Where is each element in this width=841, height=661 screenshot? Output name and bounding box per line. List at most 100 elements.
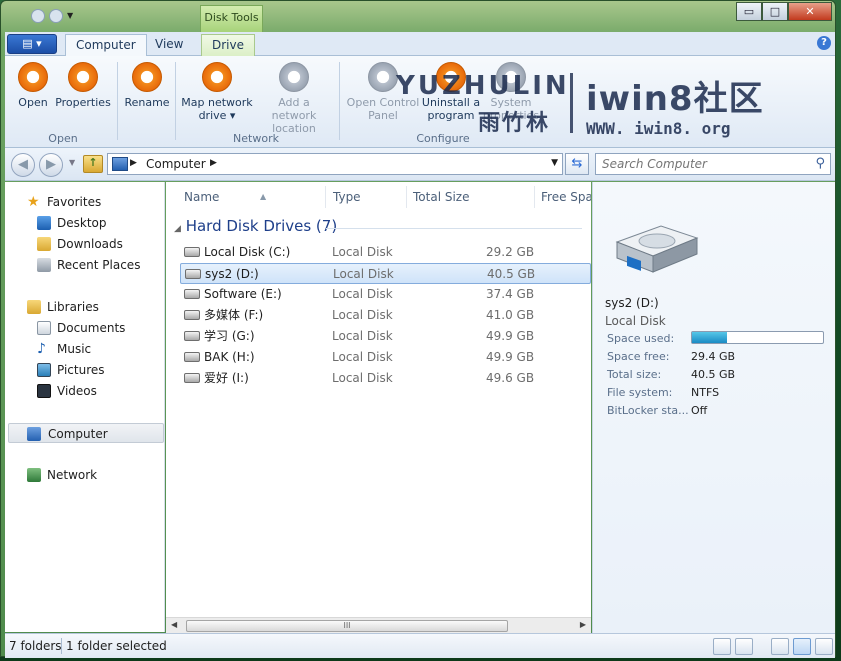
- rename-button[interactable]: Rename: [123, 60, 171, 109]
- details-view-icon[interactable]: [713, 638, 731, 655]
- search-icon[interactable]: ⚲: [815, 156, 825, 171]
- title-bar: ▼ Disk Tools ▭ □ ✕: [1, 1, 835, 32]
- drive-name: 多媒体 (F:): [204, 308, 264, 322]
- nav-downloads[interactable]: Downloads: [5, 234, 165, 254]
- breadcrumb-chevron-icon[interactable]: ▶: [210, 158, 217, 168]
- navigation-pane-toggle-icon[interactable]: [771, 638, 789, 655]
- large-icons-view-icon[interactable]: [735, 638, 753, 655]
- search-input[interactable]: [596, 154, 796, 174]
- scrollbar-thumb[interactable]: III: [186, 620, 508, 632]
- drive-type: Local Disk: [333, 267, 394, 281]
- column-header-total-size[interactable]: Total Size: [407, 186, 535, 208]
- desktop-icon: [37, 216, 51, 230]
- breadcrumb-chevron-icon[interactable]: ▶: [130, 158, 137, 168]
- drive-type: Local Disk: [332, 329, 393, 343]
- nav-documents[interactable]: Documents: [5, 318, 165, 338]
- nav-recent-places[interactable]: Recent Places: [5, 255, 165, 275]
- minimize-button[interactable]: ▭: [736, 2, 762, 21]
- uninstall-program-icon: [436, 62, 466, 92]
- open-button[interactable]: Open: [13, 60, 53, 109]
- scroll-left-icon[interactable]: ◀: [171, 620, 177, 629]
- scroll-right-icon[interactable]: ▶: [580, 620, 586, 629]
- documents-icon: [37, 321, 51, 335]
- address-toolbar: ◀ ▶ ▼ ↑ ▶ Computer ▶ ▼ ⇆ ⚲: [5, 148, 835, 181]
- address-bar[interactable]: ▶ Computer ▶ ▼: [107, 153, 563, 175]
- space-free-label: Space free:: [607, 350, 670, 363]
- tab-drive[interactable]: Drive: [201, 34, 255, 56]
- nav-videos[interactable]: Videos: [5, 381, 165, 401]
- drive-type: Local Disk: [332, 371, 393, 385]
- drive-total-size: 49.9 GB: [486, 350, 535, 364]
- group-label-network: Network: [233, 132, 279, 145]
- quick-access-newfolder-icon[interactable]: [49, 9, 63, 23]
- refresh-button[interactable]: ⇆: [565, 153, 589, 175]
- open-control-panel-button[interactable]: Open Control Panel: [345, 60, 421, 122]
- navigation-pane: ★ Favorites Desktop Downloads Recent Pla…: [5, 182, 165, 632]
- up-folder-button[interactable]: ↑: [83, 155, 103, 173]
- help-icon[interactable]: ?: [817, 36, 831, 50]
- nav-music[interactable]: ♪ Music: [5, 339, 165, 359]
- space-free-value: 29.4 GB: [691, 350, 736, 363]
- details-pane-toggle-icon[interactable]: [793, 638, 811, 655]
- space-used-label: Space used:: [607, 332, 675, 345]
- properties-icon: [68, 62, 98, 92]
- sort-ascending-icon: ▲: [260, 192, 267, 201]
- address-history-dropdown-icon[interactable]: ▼: [551, 158, 558, 168]
- nav-network[interactable]: Network: [5, 465, 165, 485]
- preview-pane-toggle-icon[interactable]: [815, 638, 833, 655]
- drive-row[interactable]: BAK (H:) Local Disk 49.9 GB: [180, 347, 591, 368]
- group-header-hard-disk-drives[interactable]: ◢ Hard Disk Drives (7): [174, 217, 337, 235]
- drive-name: Software (E:): [204, 287, 282, 301]
- properties-button[interactable]: Properties: [55, 60, 111, 109]
- drive-row[interactable]: 多媒体 (F:) Local Disk 41.0 GB: [180, 305, 591, 326]
- music-icon: ♪: [37, 341, 46, 357]
- file-menu-button[interactable]: ▤ ▾: [7, 34, 57, 54]
- file-system-label: File system:: [607, 386, 673, 399]
- hard-drive-icon: [184, 352, 200, 362]
- tab-computer[interactable]: Computer: [65, 34, 147, 56]
- column-header-type[interactable]: Type: [327, 186, 407, 208]
- hard-drive-icon: [184, 373, 200, 383]
- system-properties-button[interactable]: System properties: [481, 60, 541, 122]
- quick-access-properties-icon[interactable]: [31, 9, 45, 23]
- space-used-fill: [692, 332, 728, 343]
- nav-pictures[interactable]: Pictures: [5, 360, 165, 380]
- horizontal-scrollbar[interactable]: ◀ III ▶: [166, 617, 591, 633]
- quick-access-toolbar: ▼: [31, 9, 77, 23]
- nav-computer[interactable]: Computer: [8, 423, 164, 443]
- nav-favorites[interactable]: ★ Favorites: [5, 192, 165, 212]
- search-box[interactable]: ⚲: [595, 153, 831, 175]
- open-icon: [18, 62, 48, 92]
- drive-row[interactable]: Software (E:) Local Disk 37.4 GB: [180, 284, 591, 305]
- context-tab-disk-tools: Disk Tools: [200, 5, 263, 32]
- map-network-drive-button[interactable]: Map network drive ▾: [179, 60, 255, 122]
- status-selection: 1 folder selected: [66, 639, 167, 653]
- drive-row[interactable]: 学习 (G:) Local Disk 49.9 GB: [180, 326, 591, 347]
- hard-drive-icon: [184, 289, 200, 299]
- quick-access-dropdown-icon[interactable]: ▼: [67, 9, 77, 23]
- computer-icon: [112, 157, 128, 171]
- breadcrumb-computer[interactable]: Computer: [146, 157, 206, 171]
- drive-name: sys2 (D:): [205, 267, 259, 281]
- recent-pages-dropdown-icon[interactable]: ▼: [69, 158, 75, 167]
- nav-desktop[interactable]: Desktop: [5, 213, 165, 233]
- add-network-location-button[interactable]: Add a network location: [255, 60, 333, 135]
- drive-row[interactable]: 爱好 (I:) Local Disk 49.6 GB: [180, 368, 591, 389]
- forward-button[interactable]: ▶: [39, 153, 63, 177]
- drive-row[interactable]: sys2 (D:) Local Disk 40.5 GB: [180, 263, 591, 284]
- details-subtitle: Local Disk: [605, 314, 666, 328]
- collapse-chevron-icon[interactable]: ◢: [174, 224, 181, 234]
- tab-view[interactable]: View: [145, 34, 193, 56]
- maximize-button[interactable]: □: [762, 2, 788, 21]
- drive-type: Local Disk: [332, 245, 393, 259]
- libraries-icon: [27, 300, 41, 314]
- nav-libraries[interactable]: Libraries: [5, 297, 165, 317]
- close-button[interactable]: ✕: [788, 2, 832, 21]
- uninstall-program-button[interactable]: Uninstall a program: [421, 60, 481, 122]
- column-header-free-space[interactable]: Free Spac: [535, 186, 591, 208]
- group-label-configure: Configure: [416, 132, 470, 145]
- column-header-name[interactable]: Name ▲: [178, 186, 326, 208]
- drive-row[interactable]: Local Disk (C:) Local Disk 29.2 GB: [180, 242, 591, 263]
- back-button[interactable]: ◀: [11, 153, 35, 177]
- file-list: Name ▲ Type Total Size Free Spac ◢ Hard …: [166, 182, 591, 617]
